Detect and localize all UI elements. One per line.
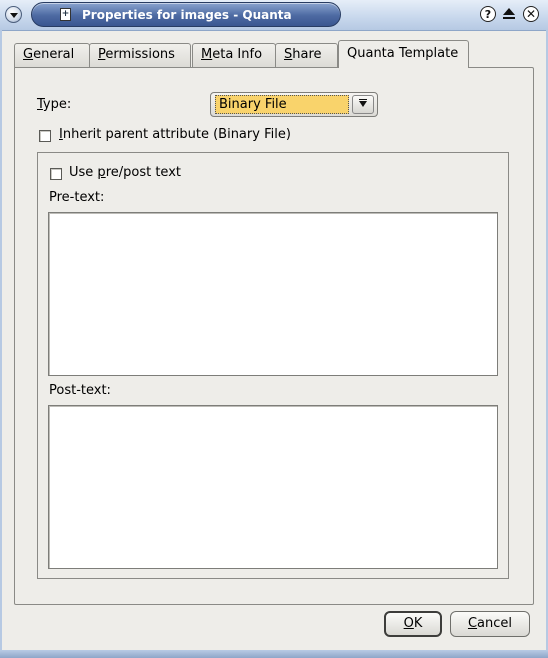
cancel-button[interactable]: Cancel xyxy=(450,611,530,637)
help-button[interactable]: ? xyxy=(480,6,496,22)
window-bottom-border xyxy=(0,650,548,658)
prepost-label-prefix: Use xyxy=(69,165,98,180)
close-button[interactable]: ✕ xyxy=(523,6,539,22)
type-combobox-value: Binary File xyxy=(215,95,349,114)
tab-general[interactable]: General xyxy=(14,43,90,67)
inherit-label[interactable]: Inherit parent attribute (Binary File) xyxy=(59,127,291,142)
shade-icon[interactable] xyxy=(501,6,517,22)
type-label: Type: xyxy=(37,97,71,112)
posttext-textarea[interactable] xyxy=(48,405,498,569)
title-bar: + Properties for images - Quanta ? ✕ xyxy=(0,0,548,31)
inherit-checkbox[interactable] xyxy=(39,130,51,142)
window-menu-button[interactable] xyxy=(5,6,22,23)
type-combobox[interactable]: Binary File xyxy=(210,92,378,117)
tab-quanta-template-label: Quanta Template xyxy=(347,46,459,61)
ok-button-mnemonic: O xyxy=(403,616,414,631)
cancel-button-label: ancel xyxy=(477,616,513,631)
tab-share[interactable]: Share xyxy=(275,43,338,67)
title-pill: + Properties for images - Quanta xyxy=(31,2,341,27)
prepost-label-mnemonic: p xyxy=(97,165,106,180)
tab-share-label: hare xyxy=(292,47,322,62)
ok-button-label: K xyxy=(413,616,423,631)
type-label-text: ype: xyxy=(42,97,72,112)
window-title: Properties for images - Quanta xyxy=(82,8,292,22)
ok-button[interactable]: OK xyxy=(384,611,442,637)
window-frame-left xyxy=(0,30,2,650)
posttext-label: Post-text: xyxy=(49,383,111,398)
tab-meta-info[interactable]: Meta Info xyxy=(192,43,276,67)
prepost-label-text: re/post text xyxy=(105,165,181,180)
prepost-checkbox[interactable] xyxy=(50,168,62,180)
tab-quanta-template[interactable]: Quanta Template xyxy=(338,40,469,68)
pretext-textarea[interactable] xyxy=(48,212,498,376)
tab-meta-info-label: eta Info xyxy=(212,47,263,62)
tab-meta-info-mnemonic: M xyxy=(201,47,213,62)
tab-permissions-label: ermissions xyxy=(105,47,175,62)
pretext-label: Pre-text: xyxy=(49,190,105,205)
tab-permissions[interactable]: Permissions xyxy=(89,43,191,67)
tab-general-mnemonic: G xyxy=(23,47,34,62)
chevron-down-icon[interactable] xyxy=(352,95,374,114)
document-icon: + xyxy=(60,8,71,21)
prepost-label[interactable]: Use pre/post text xyxy=(69,165,181,180)
tab-general-label: eneral xyxy=(33,47,75,62)
cancel-button-mnemonic: C xyxy=(467,616,478,631)
inherit-label-text: nherit parent attribute (Binary File) xyxy=(62,127,291,142)
